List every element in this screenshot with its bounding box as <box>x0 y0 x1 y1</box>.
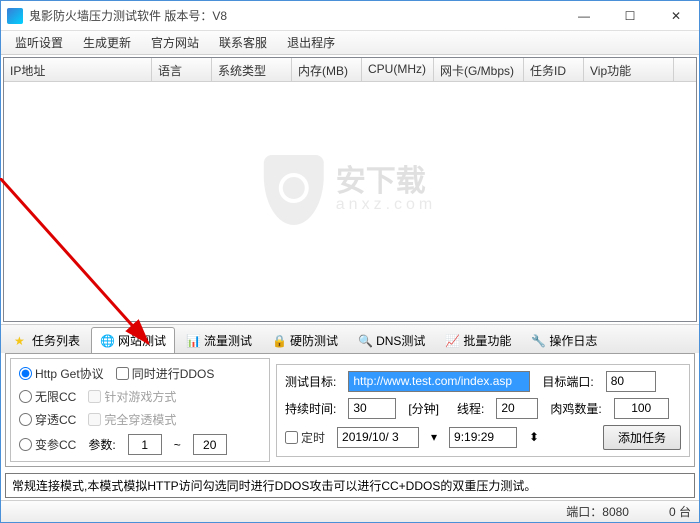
shield-icon <box>264 155 324 225</box>
tab-strip: ★ 任务列表 🌐 网站测试 📊 流量测试 🔒 硬防测试 🔍 DNS测试 📈 批量功能 🔧 操作日志 <box>1 324 699 353</box>
param-from-input[interactable] <box>128 434 162 455</box>
param-to-input[interactable] <box>193 434 227 455</box>
menu-联系客服[interactable]: 联系客服 <box>209 31 277 54</box>
bots-label: 肉鸡数量: <box>550 400 601 417</box>
tab-label: 网站测试 <box>118 332 166 349</box>
close-button[interactable]: ✕ <box>653 1 699 31</box>
status-port-value: 8080 <box>602 505 629 519</box>
table-header: IP地址语言系统类型内存(MB)CPU(MHz)网卡(G/Mbps)任务IDVi… <box>4 58 696 82</box>
col-系统类型[interactable]: 系统类型 <box>212 58 292 81</box>
tab-label: 流量测试 <box>204 332 252 349</box>
tab-label: 操作日志 <box>549 332 597 349</box>
duration-label: 持续时间: <box>285 400 336 417</box>
duration-input[interactable] <box>348 398 396 419</box>
mode-group: Http Get协议同时进行DDOS 无限CC 针对游戏方式穿透CC 完全穿透模式变参… <box>10 358 270 462</box>
tab-dns[interactable]: 🔍 DNS测试 <box>349 327 434 353</box>
col-IP地址[interactable]: IP地址 <box>4 58 152 81</box>
traffic-icon: 📊 <box>186 334 200 348</box>
dropdown-icon[interactable]: ▾ <box>431 430 437 444</box>
col-内存(MB)[interactable]: 内存(MB) <box>292 58 362 81</box>
radio-3[interactable]: 变参CC <box>19 436 76 453</box>
tab-label: 硬防测试 <box>290 332 338 349</box>
config-panel: Http Get协议同时进行DDOS 无限CC 针对游戏方式穿透CC 完全穿透模式变参… <box>5 353 695 467</box>
port-label: 目标端口: <box>542 373 593 390</box>
menu-生成更新[interactable]: 生成更新 <box>73 31 141 54</box>
status-port-label: 端口： <box>566 505 602 519</box>
minimize-button[interactable]: — <box>561 1 607 31</box>
tab-globe[interactable]: 🌐 网站测试 <box>91 327 175 353</box>
tab-traffic[interactable]: 📊 流量测试 <box>177 327 261 353</box>
spinner-icon[interactable]: ⬍ <box>529 430 539 444</box>
dns-icon: 🔍 <box>358 334 372 348</box>
threads-input[interactable] <box>496 398 538 419</box>
target-input[interactable] <box>348 371 530 392</box>
menubar: 监听设置生成更新官方网站联系客服退出程序 <box>1 31 699 55</box>
target-group: 测试目标: 目标端口: 持续时间: [分钟] 线程: 肉鸡数量: 定时 <box>276 364 690 457</box>
tab-label: 批量功能 <box>463 332 511 349</box>
tab-hard[interactable]: 🔒 硬防测试 <box>263 327 347 353</box>
table-area: IP地址语言系统类型内存(MB)CPU(MHz)网卡(G/Mbps)任务IDVi… <box>3 57 697 322</box>
check-2: 完全穿透模式 <box>88 411 176 428</box>
col-CPU(MHz)[interactable]: CPU(MHz) <box>362 58 434 81</box>
app-icon <box>7 8 23 24</box>
hard-icon: 🔒 <box>272 334 286 348</box>
watermark-big: 安下载 <box>336 167 436 197</box>
date-picker[interactable] <box>337 427 419 448</box>
col-语言[interactable]: 语言 <box>152 58 212 81</box>
radio-1[interactable]: 无限CC <box>19 388 76 405</box>
col-任务ID[interactable]: 任务ID <box>524 58 584 81</box>
globe-icon: 🌐 <box>100 334 114 348</box>
menu-官方网站[interactable]: 官方网站 <box>141 31 209 54</box>
titlebar: 鬼影防火墙压力测试软件 版本号：V8 — ☐ ✕ <box>1 1 699 31</box>
watermark-small: anxz.com <box>336 197 436 213</box>
add-task-button[interactable]: 添加任务 <box>603 425 681 450</box>
check-1: 针对游戏方式 <box>88 388 176 405</box>
maximize-button[interactable]: ☐ <box>607 1 653 31</box>
menu-退出程序[interactable]: 退出程序 <box>277 31 345 54</box>
col-网卡(G/Mbps)[interactable]: 网卡(G/Mbps) <box>434 58 524 81</box>
threads-label: 线程: <box>457 400 484 417</box>
radio-2[interactable]: 穿透CC <box>19 411 76 428</box>
log-icon: 🔧 <box>531 334 545 348</box>
params-label: 参数: <box>88 436 115 453</box>
tab-star[interactable]: ★ 任务列表 <box>5 327 89 353</box>
duration-unit: [分钟] <box>408 400 439 417</box>
batch-icon: 📈 <box>445 334 459 348</box>
bots-input[interactable] <box>614 398 669 419</box>
tab-label: DNS测试 <box>376 332 425 349</box>
statusbar: 端口：8080 0 台 <box>1 500 699 522</box>
target-label: 测试目标: <box>285 373 336 390</box>
col-Vip功能[interactable]: Vip功能 <box>584 58 674 81</box>
window-title: 鬼影防火墙压力测试软件 版本号：V8 <box>29 7 561 24</box>
tab-batch[interactable]: 📈 批量功能 <box>436 327 520 353</box>
description-bar: 常规连接模式,本模式模拟HTTP访问勾选同时进行DDOS攻击可以进行CC+DDO… <box>5 473 695 498</box>
tab-log[interactable]: 🔧 操作日志 <box>522 327 606 353</box>
star-icon: ★ <box>14 334 28 348</box>
port-input[interactable] <box>606 371 656 392</box>
menu-监听设置[interactable]: 监听设置 <box>5 31 73 54</box>
watermark: 安下载 anxz.com <box>264 155 436 225</box>
radio-0[interactable]: Http Get协议 <box>19 365 104 382</box>
check-0[interactable]: 同时进行DDOS <box>116 365 215 382</box>
tab-label: 任务列表 <box>32 332 80 349</box>
time-picker[interactable] <box>449 427 517 448</box>
status-count-value: 0 台 <box>669 503 691 520</box>
timer-checkbox[interactable]: 定时 <box>285 429 325 446</box>
